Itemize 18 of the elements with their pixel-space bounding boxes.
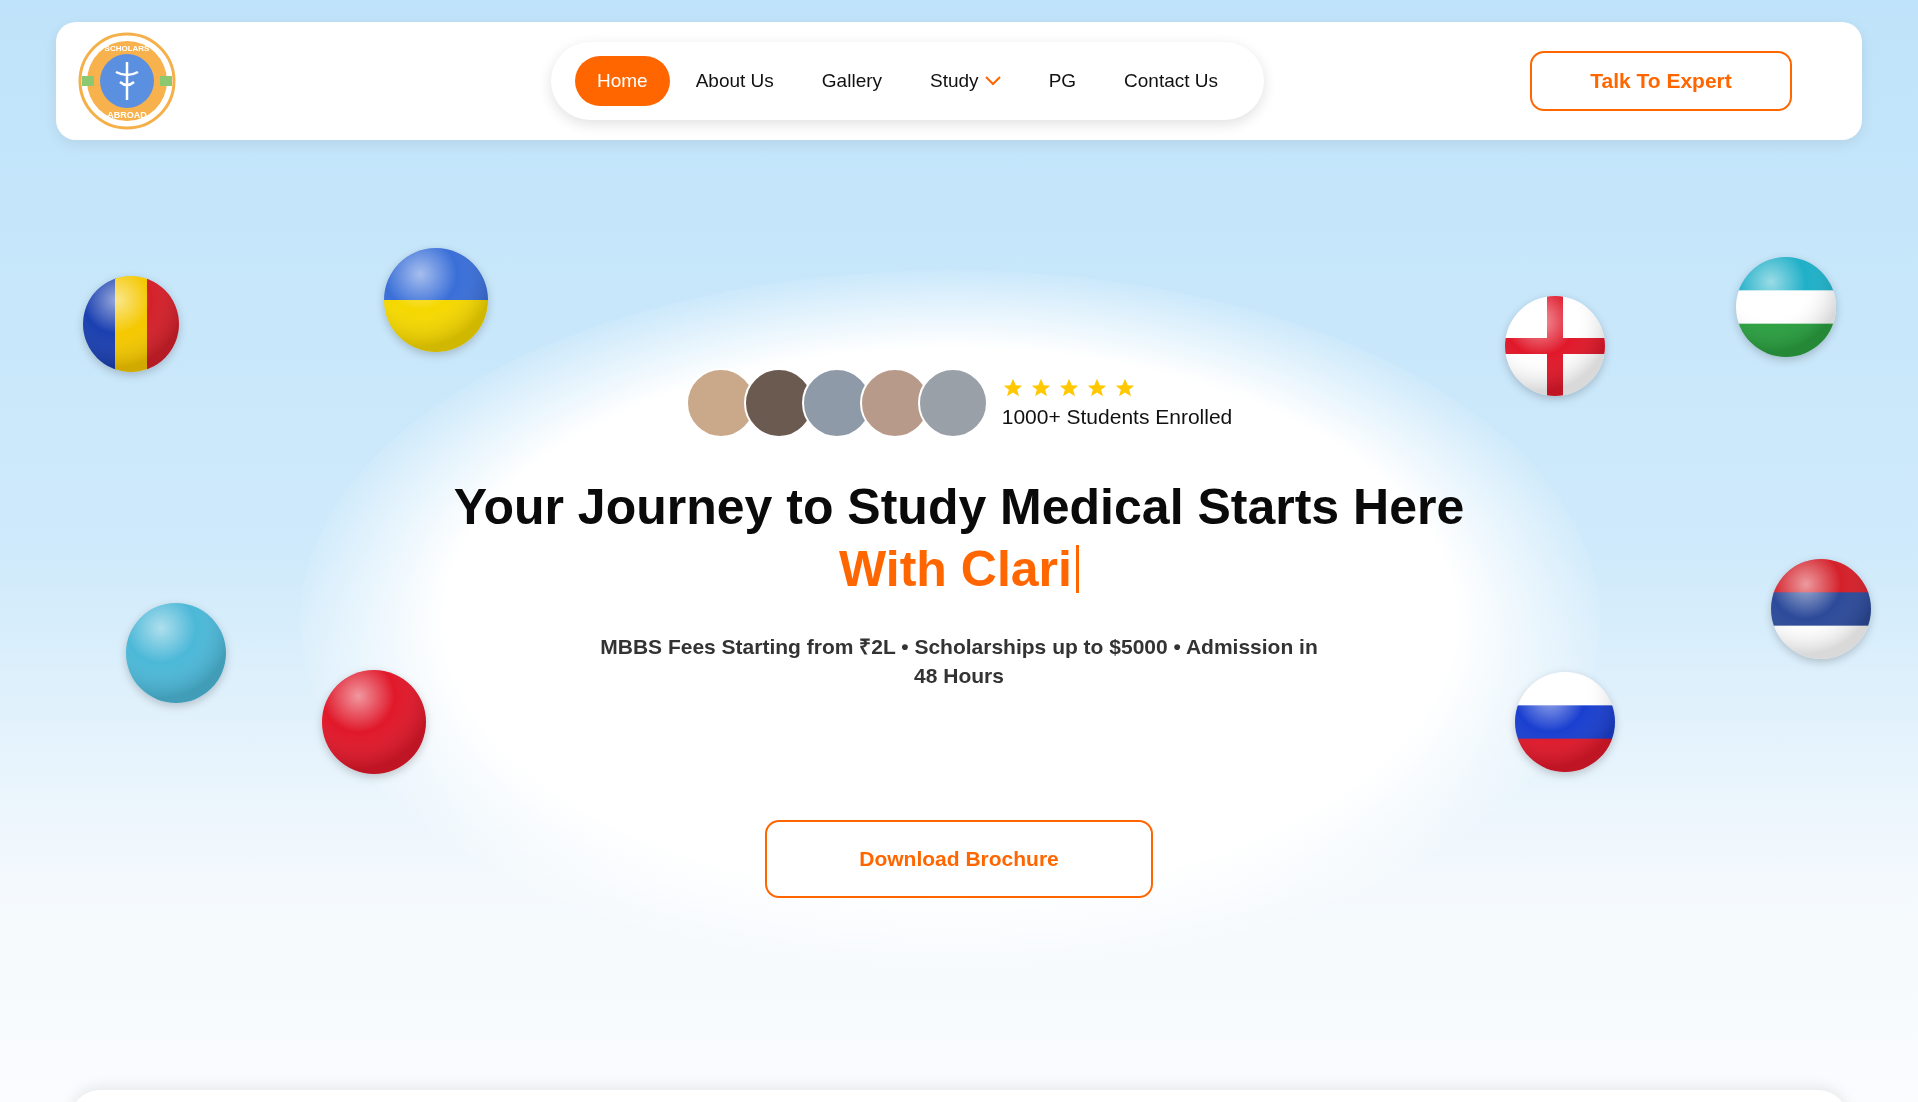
hero-subtitle: MBBS Fees Starting from ₹2L • Scholarships up to $5000 • Admission in 48 Hours xyxy=(599,634,1319,689)
enrolled-count: 1000+ Students Enrolled xyxy=(1001,405,1233,429)
hero-heading: Your Journey to Study Medical Starts Here xyxy=(453,478,1465,536)
text-cursor xyxy=(1075,545,1079,593)
flag-icon xyxy=(322,670,426,774)
typed-text: With Clari xyxy=(839,540,1072,598)
nav-link[interactable]: About Us xyxy=(673,56,796,106)
nav-link[interactable]: Gallery xyxy=(799,56,905,106)
nav-link[interactable]: PG xyxy=(1026,56,1099,106)
flag-icon xyxy=(1505,296,1605,396)
flag-icon xyxy=(1736,257,1836,357)
nav-link[interactable]: Contact Us xyxy=(1102,56,1241,106)
flag-icon xyxy=(384,248,488,352)
flag-icon xyxy=(126,603,226,703)
nav-link[interactable]: Study xyxy=(908,56,1023,106)
flag-icon xyxy=(1771,559,1871,659)
caret-icon xyxy=(984,76,1001,86)
flag-icon xyxy=(83,276,179,372)
